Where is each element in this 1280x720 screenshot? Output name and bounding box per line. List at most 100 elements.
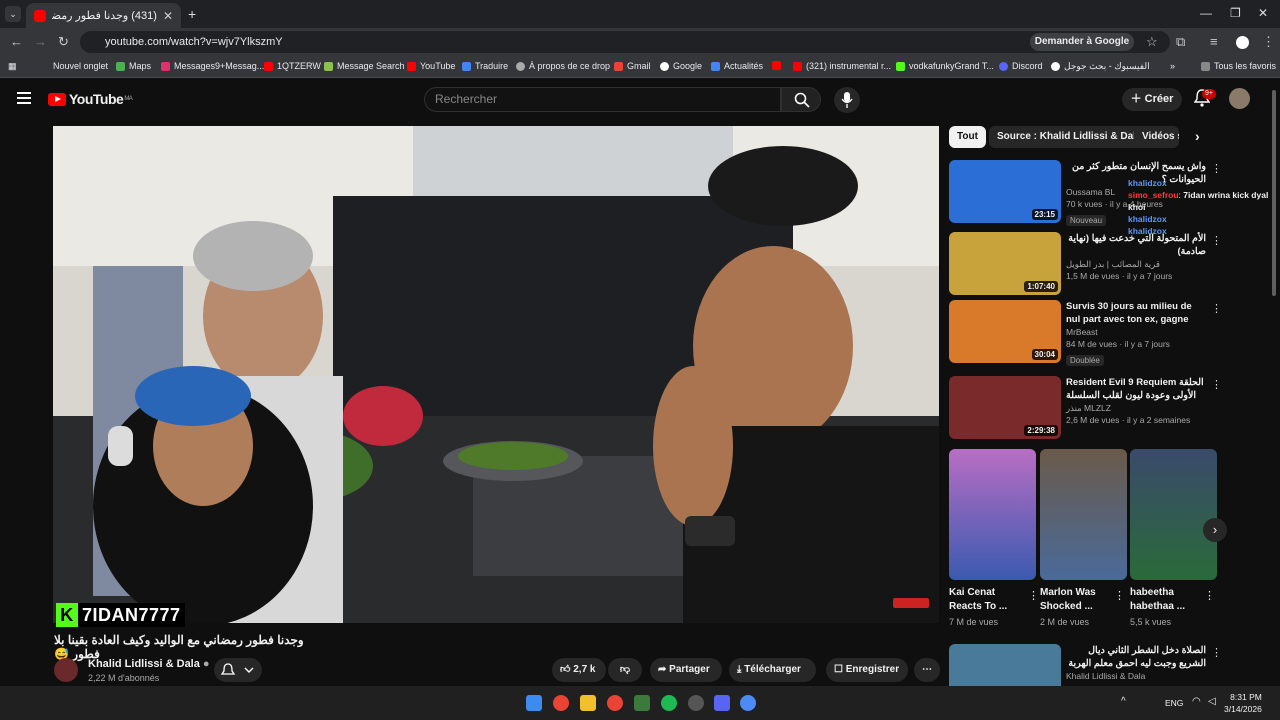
share-button[interactable]: ➦ Partager bbox=[650, 658, 722, 682]
menu-icon[interactable]: ⋮ bbox=[1262, 34, 1275, 50]
bookmark-item[interactable]: YouTube bbox=[407, 61, 455, 71]
rec-channel[interactable]: قرية المصائب | بدر الطويل bbox=[1066, 258, 1206, 270]
more-options-icon[interactable]: ⋮ bbox=[1204, 589, 1215, 602]
more-bookmarks-icon[interactable]: » bbox=[1170, 61, 1175, 71]
search-input[interactable]: Rechercher bbox=[424, 87, 781, 112]
page-scrollbar[interactable] bbox=[1272, 90, 1276, 296]
short-thumbnail[interactable] bbox=[949, 449, 1036, 580]
reload-icon[interactable]: ↻ bbox=[58, 34, 69, 50]
account-avatar[interactable] bbox=[1229, 88, 1250, 109]
download-button[interactable]: ⤓ Télécharger bbox=[729, 658, 816, 682]
short-thumbnail[interactable] bbox=[1040, 449, 1127, 580]
chip-similar[interactable]: Vidéos si bbox=[1134, 126, 1179, 148]
discord-icon[interactable] bbox=[714, 695, 730, 711]
bookmark-item[interactable]: Gmail bbox=[614, 61, 651, 71]
video-thumbnail[interactable]: 1:07:40 bbox=[949, 232, 1061, 295]
shorts-next-button[interactable]: › bbox=[1203, 518, 1227, 542]
video-thumbnail[interactable]: 23:15 bbox=[949, 160, 1061, 223]
chrome-profile-icon[interactable] bbox=[607, 695, 623, 711]
more-options-icon[interactable]: ⋮ bbox=[1211, 378, 1222, 391]
more-options-icon[interactable]: ⋮ bbox=[1028, 589, 1039, 602]
forward-icon[interactable]: → bbox=[34, 34, 47, 49]
wifi-icon[interactable]: ◠ bbox=[1192, 696, 1201, 707]
youtube-logo[interactable]: YouTube MA bbox=[48, 91, 133, 107]
rec-channel[interactable]: MrBeast bbox=[1066, 326, 1206, 338]
chrome-icon[interactable] bbox=[553, 695, 569, 711]
language-indicator[interactable]: ENG bbox=[1165, 698, 1183, 708]
chip-source[interactable]: Source : Khalid Lidlissi & Dala bbox=[989, 126, 1150, 148]
like-button[interactable]: 👍︎ 2,7 k bbox=[552, 658, 606, 682]
minimize-icon[interactable]: — bbox=[1200, 6, 1212, 20]
recommendation-item[interactable]: 1:07:40 الأم المتحولة التي خدعت فيها (نه… bbox=[949, 232, 1269, 300]
hamburger-menu-icon[interactable] bbox=[17, 92, 31, 104]
create-button[interactable]: ＋ Créer bbox=[1122, 88, 1182, 111]
url-field[interactable]: youtube.com/watch?v=wjv7YlkszmY bbox=[80, 31, 1170, 53]
tray-chevron-icon[interactable]: ^ bbox=[1121, 696, 1126, 707]
tab-search-button[interactable]: ⌄ bbox=[5, 6, 21, 22]
extensions-icon[interactable]: ⧉ bbox=[1176, 34, 1185, 50]
video-thumbnail[interactable]: 30:04 bbox=[949, 300, 1061, 363]
short-title[interactable]: Marlon Was Shocked ... bbox=[1040, 586, 1110, 614]
bookmark-item[interactable]: Actualités bbox=[711, 61, 763, 71]
recommendation-item[interactable]: الصلاة دخل الشطر الثاني ديال الشريع وجبت… bbox=[949, 644, 1269, 686]
voice-search-button[interactable] bbox=[834, 87, 860, 113]
profile-icon[interactable] bbox=[1236, 36, 1249, 49]
start-icon[interactable] bbox=[526, 695, 542, 711]
save-button[interactable]: ☐ Enregistrer bbox=[826, 658, 908, 682]
bookmark-item[interactable]: (321) instrumental r... bbox=[793, 61, 891, 71]
chrome-active-icon[interactable] bbox=[740, 695, 756, 711]
dislike-button[interactable]: 👎︎ bbox=[608, 658, 642, 682]
bookmark-item[interactable]: Discord bbox=[999, 61, 1043, 71]
obs-icon[interactable] bbox=[688, 695, 704, 711]
bookmark-item[interactable]: الفيسبوك - بحث جوجل bbox=[1051, 61, 1150, 72]
rec-channel[interactable]: منذر MLZLZ bbox=[1066, 402, 1206, 414]
recommendation-item[interactable]: 2:29:38 Resident Evil 9 Requiem الحلقة ا… bbox=[949, 376, 1269, 444]
more-options-icon[interactable]: ⋮ bbox=[1114, 589, 1125, 602]
short-title[interactable]: Kai Cenat Reacts To ... bbox=[949, 586, 1019, 614]
video-thumbnail[interactable] bbox=[949, 644, 1061, 686]
channel-avatar[interactable] bbox=[54, 658, 78, 682]
short-item[interactable]: Marlon Was Shocked ... 2 M de vues ⋮ bbox=[1040, 449, 1127, 627]
recommendation-item[interactable]: 30:04 Survis 30 jours au milieu de nul p… bbox=[949, 300, 1269, 368]
short-thumbnail[interactable] bbox=[1130, 449, 1217, 580]
volume-icon[interactable]: ◁ bbox=[1208, 696, 1216, 707]
close-window-icon[interactable]: ✕ bbox=[1258, 6, 1268, 20]
more-actions-button[interactable]: ⋯ bbox=[914, 658, 940, 682]
bookmark-item[interactable]: Google bbox=[660, 61, 702, 71]
clock[interactable]: 8:31 PM 3/14/2026 bbox=[1224, 691, 1262, 715]
short-title[interactable]: habeetha habethaa ... bbox=[1130, 586, 1200, 614]
video-player[interactable] bbox=[53, 126, 939, 623]
spotify-icon[interactable] bbox=[661, 695, 677, 711]
more-options-icon[interactable]: ⋮ bbox=[1211, 646, 1222, 659]
bookmark-star-icon[interactable]: ☆ bbox=[1146, 34, 1158, 50]
short-item[interactable]: habeetha habethaa ... 5,5 k vues ⋮ bbox=[1130, 449, 1217, 627]
subscribed-bell-button[interactable] bbox=[214, 658, 262, 682]
app-icon[interactable] bbox=[634, 695, 650, 711]
bookmark-item[interactable]: Nouvel onglet bbox=[53, 61, 108, 71]
rec-title[interactable]: Resident Evil 9 Requiem الحلقة الأولى وع… bbox=[1066, 376, 1206, 402]
bookmark-item[interactable] bbox=[772, 61, 785, 70]
bookmark-item[interactable]: À propos de ce drop bbox=[516, 61, 610, 71]
search-button[interactable] bbox=[781, 87, 821, 112]
ask-google-button[interactable]: Demander à Google bbox=[1030, 33, 1134, 51]
bookmark-item[interactable]: Traduire bbox=[462, 61, 508, 71]
video-thumbnail[interactable]: 2:29:38 bbox=[949, 376, 1061, 439]
rec-title[interactable]: الصلاة دخل الشطر الثاني ديال الشريع وجبت… bbox=[1066, 644, 1206, 670]
rec-channel[interactable]: Khalid Lidlissi & Dala bbox=[1066, 670, 1206, 682]
chevron-right-icon[interactable]: › bbox=[1195, 128, 1200, 144]
apps-grid-icon[interactable]: ▦ bbox=[8, 61, 17, 72]
bookmark-item[interactable]: Maps bbox=[116, 61, 151, 71]
bookmark-item[interactable]: Message Search bbox=[324, 61, 405, 71]
new-tab-button[interactable]: + bbox=[188, 6, 196, 22]
bookmark-item[interactable]: vodkafunkyGrand T... bbox=[896, 61, 994, 71]
rec-title[interactable]: Survis 30 jours au milieu de nul part av… bbox=[1066, 300, 1206, 326]
bookmark-item[interactable]: 1QTZERW bbox=[264, 61, 321, 71]
more-options-icon[interactable]: ⋮ bbox=[1211, 162, 1222, 175]
media-icon[interactable]: ≡ bbox=[1210, 34, 1218, 49]
file-explorer-icon[interactable] bbox=[580, 695, 596, 711]
tab-youtube[interactable]: (431) وجدنا فطور رمضاني مع الو ✕ bbox=[26, 3, 181, 28]
back-icon[interactable]: ← bbox=[10, 34, 23, 49]
close-tab-icon[interactable]: ✕ bbox=[163, 9, 173, 23]
chip-all[interactable]: Tout bbox=[949, 126, 986, 148]
all-favorites[interactable]: Tous les favoris bbox=[1201, 61, 1276, 71]
